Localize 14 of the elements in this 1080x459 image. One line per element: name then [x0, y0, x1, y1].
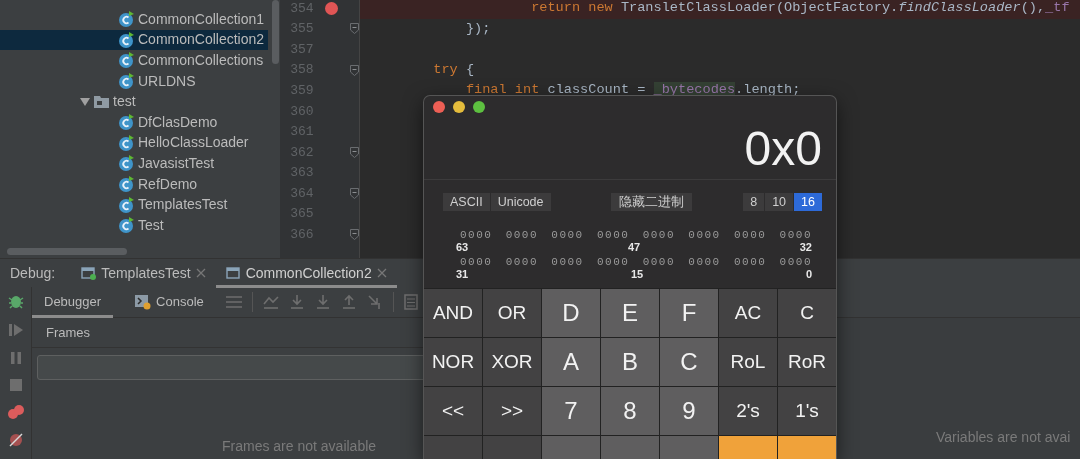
bit-index: 0: [805, 268, 812, 281]
panel-title: Debug:: [9, 263, 57, 283]
frames-header: Frames: [46, 323, 91, 342]
code-line: });: [464, 19, 491, 38]
bit-index: 15: [630, 268, 644, 281]
bit-index: 32: [799, 241, 812, 254]
bit-index: 63: [456, 241, 469, 254]
bit-index: 31: [456, 268, 469, 281]
code-line: try {: [432, 60, 475, 79]
empty-message: Variables are not avai: [936, 428, 1071, 447]
display-value: 0x0: [744, 122, 822, 175]
code-line: return new TransletClassLoader(ObjectFactory.findClassLoader(),_tf: [530, 0, 1070, 18]
empty-message: Frames are not available: [222, 437, 377, 456]
bit-index: 47: [627, 241, 641, 254]
